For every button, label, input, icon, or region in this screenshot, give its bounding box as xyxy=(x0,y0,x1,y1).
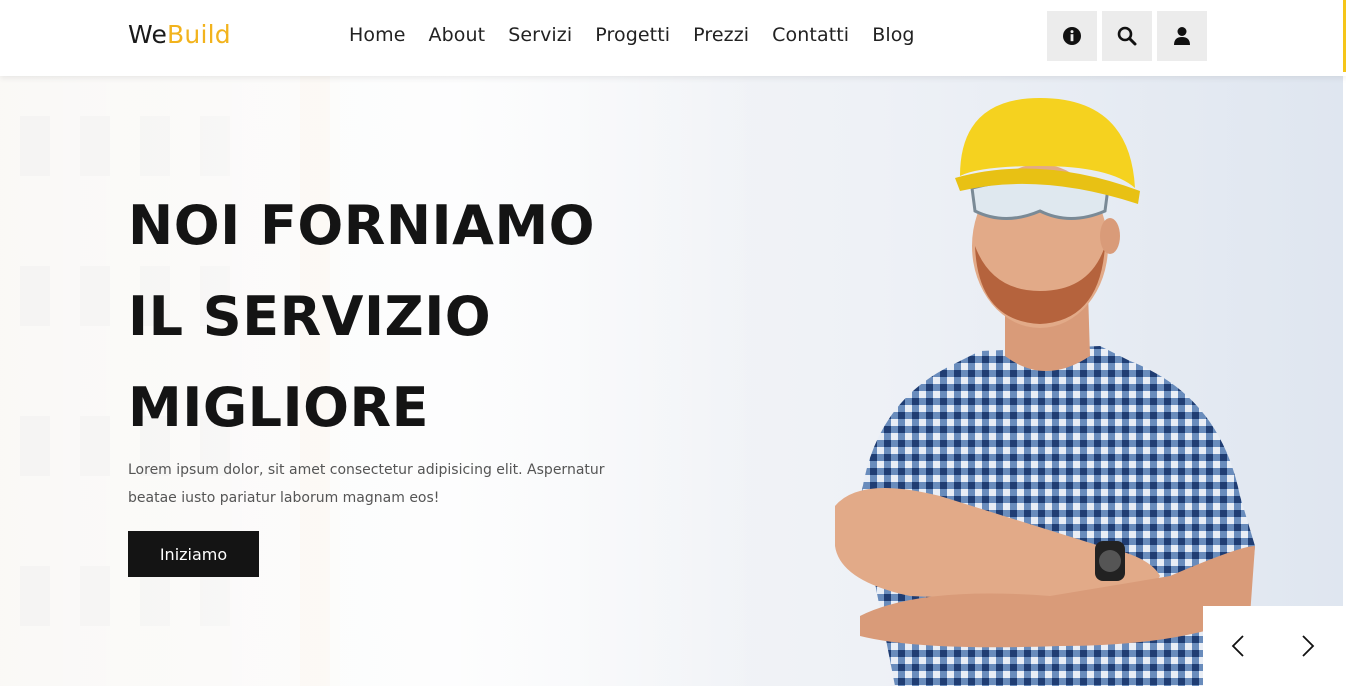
hero-title-line-1: NOI FORNIAMO xyxy=(128,194,596,257)
user-button[interactable] xyxy=(1157,11,1207,61)
site-logo[interactable]: WeBuild xyxy=(128,20,231,49)
chevron-left-icon xyxy=(1231,635,1244,657)
hero-title-line-3: MIGLIORE xyxy=(128,376,430,439)
nav-progetti[interactable]: Progetti xyxy=(595,24,670,46)
chevron-right-icon xyxy=(1302,635,1315,657)
nav-home[interactable]: Home xyxy=(349,24,406,46)
info-icon xyxy=(1063,27,1081,45)
slider-nav xyxy=(1203,606,1343,686)
nav-about[interactable]: About xyxy=(429,24,486,46)
site-header: WeBuild Home About Servizi Progetti Prez… xyxy=(0,0,1346,76)
search-icon xyxy=(1117,26,1137,46)
slider-prev-button[interactable] xyxy=(1218,626,1258,666)
header-icon-buttons xyxy=(1047,11,1207,61)
main-nav: Home About Servizi Progetti Prezzi Conta… xyxy=(349,24,915,46)
user-icon xyxy=(1174,27,1190,45)
nav-servizi[interactable]: Servizi xyxy=(508,24,572,46)
nav-contatti[interactable]: Contatti xyxy=(772,24,849,46)
logo-part-we: We xyxy=(128,20,168,49)
hero-description: Lorem ipsum dolor, sit amet consectetur … xyxy=(128,462,605,506)
logo-part-build: Build xyxy=(167,20,231,49)
start-button[interactable]: Iniziamo xyxy=(128,531,259,577)
construction-worker-image xyxy=(835,98,1255,686)
search-button[interactable] xyxy=(1102,11,1152,61)
nav-blog[interactable]: Blog xyxy=(872,24,914,46)
nav-prezzi[interactable]: Prezzi xyxy=(693,24,749,46)
slider-next-button[interactable] xyxy=(1288,626,1328,666)
hero-title: NOI FORNIAMO IL SERVIZIO MIGLIORE xyxy=(128,180,688,453)
hero-section: NOI FORNIAMO IL SERVIZIO MIGLIORE Lorem … xyxy=(0,76,1343,686)
hero-title-line-2: IL SERVIZIO xyxy=(128,285,492,348)
info-button[interactable] xyxy=(1047,11,1097,61)
